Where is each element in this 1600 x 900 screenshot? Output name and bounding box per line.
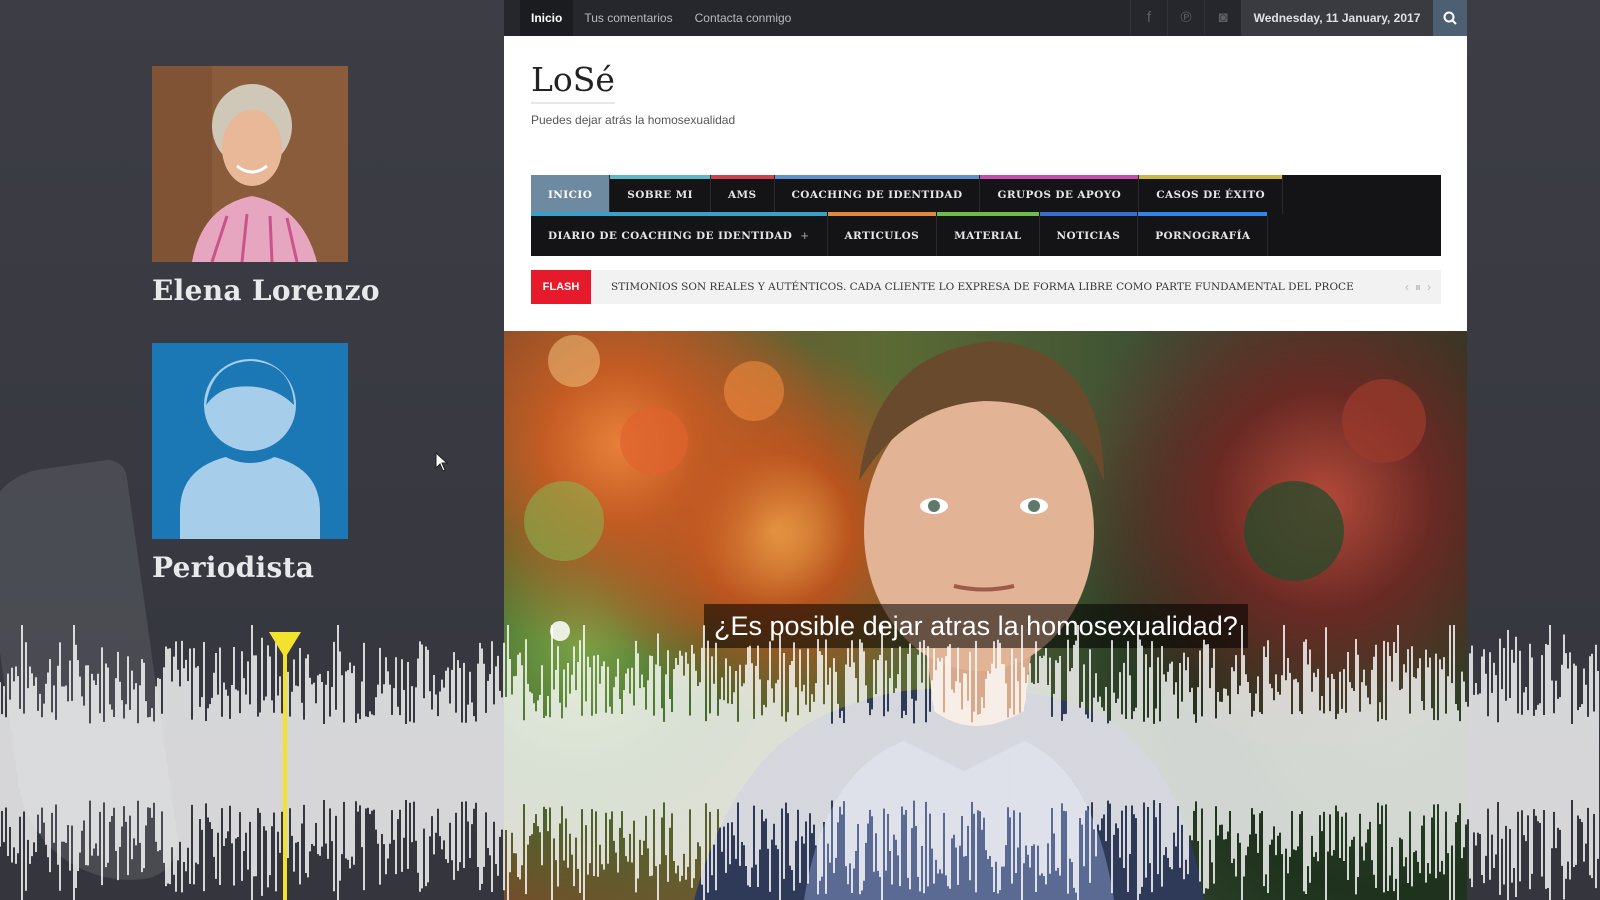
title-underline [531,102,615,104]
nav-item[interactable]: GRUPOS DE APOYO [980,175,1140,214]
nav-item[interactable]: CASOS DE ÉXITO [1139,175,1284,214]
nav-item-label: ARTICULOS [844,230,920,242]
nav-item[interactable]: AMS [710,175,775,214]
nav-color-bar [774,175,980,179]
top-bar: Inicio Tus comentarios Contacta conmigo … [504,0,1467,36]
main-navigation: INICIO SOBRE MI AMS COACHING DE IDENTIDAD GR… [531,175,1441,256]
site-tagline: Puedes dejar atrás la homosexualidad [531,113,736,127]
facebook-icon[interactable]: f [1130,0,1167,36]
nav-item-label: MATERIAL [954,230,1022,242]
nav-color-bar [1039,212,1138,216]
nav-item[interactable]: INICIO [531,175,611,214]
nav-item-label: NOTICIAS [1056,230,1121,242]
instagram-icon[interactable]: ◙ [1204,0,1241,36]
nav-color-bar [1139,175,1283,179]
nav-color-bar [980,175,1139,179]
pinterest-icon[interactable]: ℗ [1167,0,1204,36]
nav-item[interactable]: PORNOGRAFÍA [1138,212,1269,256]
nav-item[interactable]: SOBRE MI [610,175,711,214]
nav-color-bar [531,212,827,216]
mouse-cursor-icon [435,452,449,472]
nav-item-label: GRUPOS DE APOYO [997,188,1122,201]
nav-item[interactable]: MATERIAL [937,212,1040,256]
nav-item-label: CASOS DE ÉXITO [1156,188,1266,201]
nav-item-label: INICIO [548,188,593,201]
nav-item-label: COACHING DE IDENTIDAD [791,188,963,201]
site-title[interactable]: LoSé [531,60,615,99]
chevron-left-icon[interactable]: ‹ [1405,280,1409,294]
speaker-photo [152,343,348,539]
chevron-right-icon[interactable]: › [1427,280,1431,294]
nav-item-label: PORNOGRAFÍA [1155,230,1251,242]
toplink-inicio[interactable]: Inicio [520,0,574,36]
nav-color-bar [937,212,1039,216]
nav-row-1: INICIO SOBRE MI AMS COACHING DE IDENTIDAD GR… [531,175,1284,214]
flash-ticker: FLASH STIMONIOS SON REALES Y AUTÉNTICOS.… [531,270,1441,304]
flash-text[interactable]: STIMONIOS SON REALES Y AUTÉNTICOS. CADA … [611,270,1381,304]
speaker-periodista: Periodista [152,343,348,584]
nav-item-label: AMS [727,188,757,201]
nav-item-label: SOBRE MI [627,188,693,201]
date-display: Wednesday, 11 January, 2017 [1241,0,1433,36]
playhead-line[interactable] [283,632,287,900]
speaker-name: Elena Lorenzo [152,274,380,307]
nav-row-2: DIARIO DE COACHING DE IDENTIDAD + ARTICULO… [531,212,1269,256]
ticker-controls: ‹ ⏸ › [1405,270,1431,304]
generic-avatar-icon [152,343,348,539]
nav-item[interactable]: NOTICIAS [1039,212,1139,256]
toplink-contacta[interactable]: Contacta conmigo [684,0,803,36]
nav-item[interactable]: DIARIO DE COACHING DE IDENTIDAD + [531,212,828,256]
nav-color-bar [610,175,710,179]
speaker-elena: Elena Lorenzo [152,66,380,307]
search-icon [1443,11,1457,25]
nav-item-label: DIARIO DE COACHING DE IDENTIDAD [548,230,793,242]
nav-color-bar [1138,212,1268,216]
nav-color-bar [710,175,774,179]
speaker-name: Periodista [152,551,315,584]
toplink-comentarios[interactable]: Tus comentarios [573,0,683,36]
flash-label: FLASH [531,270,591,304]
woman-portrait-icon [152,66,348,262]
plus-icon: + [800,230,810,242]
waveform-bars [0,625,1599,900]
search-button[interactable] [1433,0,1467,36]
pause-icon[interactable]: ⏸ [1415,280,1421,295]
nav-item[interactable]: COACHING DE IDENTIDAD [774,175,981,214]
nav-item[interactable]: ARTICULOS [827,212,938,256]
playhead-marker-icon[interactable] [269,632,301,658]
audio-waveform [0,625,1599,900]
social-links: f ℗ ◙ [1130,0,1241,36]
nav-color-bar [531,175,610,179]
nav-color-bar [827,212,937,216]
speaker-photo [152,66,348,262]
